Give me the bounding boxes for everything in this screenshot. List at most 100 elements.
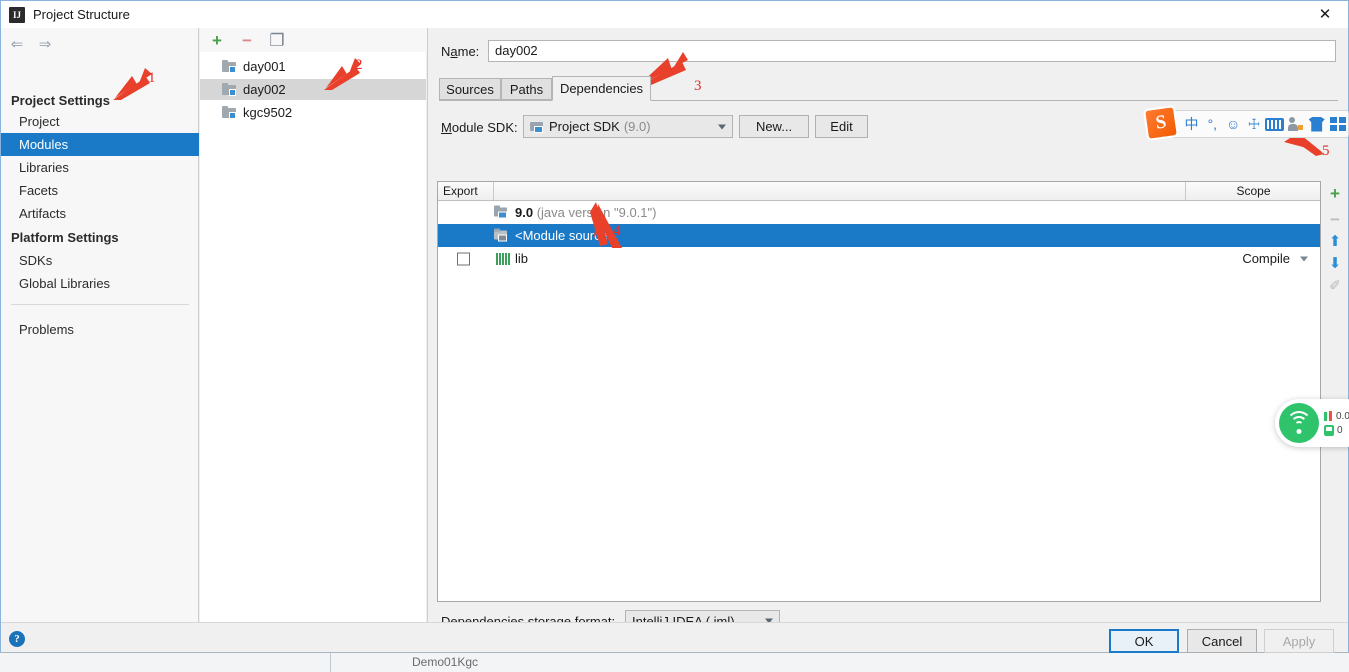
sogou-ime-toolbar[interactable]: S 中 °, ☺ ☩ [1142, 104, 1349, 142]
new-sdk-button[interactable]: New... [739, 115, 809, 138]
table-row[interactable]: lib Compile [438, 247, 1320, 270]
module-source-icon [494, 228, 509, 242]
module-sdk-select[interactable]: Project SDK (9.0) [523, 115, 733, 138]
dialog-footer: ? OK Cancel Apply [1, 622, 1348, 653]
module-list-item-label: day001 [243, 59, 286, 74]
punctuation-icon[interactable]: °, [1202, 111, 1223, 137]
module-list-divider [427, 28, 428, 622]
module-list-item-label: kgc9502 [243, 105, 293, 120]
add-dependency-icon[interactable]: + [1323, 181, 1347, 205]
scope-value[interactable]: Compile [1242, 251, 1290, 266]
dependencies-toolbar: + − ⬆ ⬇ ✐ [1323, 181, 1347, 602]
back-arrow-icon[interactable]: ⇐ [7, 35, 27, 53]
annotation-number-2: 2 [355, 57, 363, 73]
remove-module-icon[interactable]: − [238, 31, 256, 49]
sidebar-item-global-libraries[interactable]: Global Libraries [1, 272, 199, 295]
sogou-logo-icon[interactable]: S [1142, 104, 1180, 142]
module-list-item-label: day002 [243, 82, 286, 97]
dependency-name: 9.0 (java version "9.0.1") [515, 205, 656, 220]
tab-dependencies[interactable]: Dependencies [552, 76, 651, 101]
network-speed-widget[interactable]: 0.0 0 [1275, 399, 1349, 447]
module-icon [222, 106, 237, 119]
apply-button: Apply [1264, 629, 1334, 653]
sidebar-item-project[interactable]: Project [1, 110, 199, 133]
statusbar-divider [330, 653, 331, 672]
sidebar-nav: ⇐ ⇒ [7, 33, 67, 55]
dependency-name: lib [515, 251, 529, 266]
annotation-number-3: 3 [694, 78, 702, 94]
close-icon[interactable]: ✕ [1302, 1, 1348, 28]
annotation-number-4: 4 [613, 223, 621, 239]
move-up-icon[interactable]: ⬆ [1323, 229, 1347, 253]
network-stats: 0.0 0 [1324, 410, 1349, 436]
module-name-input[interactable]: day002 [488, 40, 1336, 62]
sidebar-item-modules[interactable]: Modules [1, 133, 199, 156]
table-row[interactable]: 9.0 (java version "9.0.1") [438, 201, 1320, 224]
sdk-icon [494, 205, 509, 219]
dialog-titlebar: Project Structure ✕ [1, 1, 1348, 28]
background-tab-label: Demo01Kgc [412, 655, 479, 669]
sidebar-divider [11, 304, 189, 305]
voice-input-icon[interactable]: ☩ [1244, 111, 1265, 137]
module-list-item-day002[interactable]: day002 [200, 79, 428, 100]
dependency-version: 9.0 [515, 205, 534, 220]
module-icon [222, 60, 237, 73]
remove-dependency-icon[interactable]: − [1323, 207, 1347, 231]
column-header-scope[interactable]: Scope [1187, 182, 1320, 200]
dependency-name: <Module source> [515, 228, 616, 243]
module-list-item-kgc9502[interactable]: kgc9502 [200, 102, 428, 123]
add-module-icon[interactable]: + [208, 31, 226, 49]
soft-keyboard-icon[interactable] [1265, 111, 1286, 137]
copy-module-icon[interactable]: ❐ [268, 31, 286, 49]
tab-sources[interactable]: Sources [439, 78, 501, 100]
emoji-icon[interactable]: ☺ [1223, 111, 1244, 137]
download-speed-row: 0 [1324, 424, 1349, 436]
move-down-icon[interactable]: ⬇ [1323, 251, 1347, 275]
module-list-item-day001[interactable]: day001 [200, 56, 428, 77]
edit-sdk-button[interactable]: Edit [815, 115, 868, 138]
module-icon [222, 83, 237, 96]
sidebar-item-artifacts[interactable]: Artifacts [1, 202, 199, 225]
module-list-toolbar: + − ❐ [200, 28, 428, 52]
download-speed-value: 0 [1337, 424, 1343, 436]
sidebar-group-platform-settings: Platform Settings [11, 230, 119, 245]
library-icon [496, 252, 510, 265]
help-icon[interactable]: ? [9, 631, 25, 647]
intellij-idea-icon [9, 6, 25, 23]
upload-icon [1324, 410, 1333, 422]
dependencies-table: Export Scope 9.0 (java version "9.0.1") … [437, 181, 1321, 602]
chevron-down-icon[interactable] [1300, 256, 1308, 261]
download-icon [1324, 424, 1334, 436]
sidebar-item-libraries[interactable]: Libraries [1, 156, 199, 179]
sdk-icon [530, 121, 544, 133]
sidebar-group-project-settings: Project Settings [11, 93, 110, 108]
export-checkbox[interactable] [457, 252, 470, 265]
annotation-number-5: 5 [1322, 143, 1330, 159]
upload-speed-value: 0.0 [1336, 410, 1349, 422]
name-label: Name: [441, 44, 480, 59]
sidebar-item-sdks[interactable]: SDKs [1, 249, 199, 272]
chinese-mode-icon[interactable]: 中 [1181, 111, 1202, 137]
toolbox-icon[interactable] [1327, 111, 1348, 137]
edit-dependency-icon[interactable]: ✐ [1323, 273, 1347, 297]
column-header-name [494, 182, 1186, 200]
forward-arrow-icon[interactable]: ⇒ [35, 35, 55, 53]
sidebar-item-problems[interactable]: Problems [1, 318, 199, 341]
table-row[interactable]: <Module source> [438, 224, 1320, 247]
chevron-down-icon [718, 124, 726, 129]
module-list-panel: + − ❐ day001 day002 kgc9502 [200, 28, 428, 622]
sidebar-item-facets[interactable]: Facets [1, 179, 199, 202]
settings-sidebar: ⇐ ⇒ Project Settings Platform Settings P… [1, 28, 199, 622]
ok-button[interactable]: OK [1109, 629, 1179, 653]
module-sdk-label: Module SDK: [441, 120, 518, 135]
project-structure-dialog: Project Structure ✕ ⇐ ⇒ Project Settings… [0, 0, 1349, 653]
module-tabs: Sources Paths Dependencies [439, 76, 1338, 101]
tab-paths[interactable]: Paths [501, 78, 552, 100]
annotation-number-1: 1 [148, 70, 156, 86]
column-header-export[interactable]: Export [438, 182, 494, 200]
user-account-icon[interactable] [1285, 111, 1306, 137]
skin-icon[interactable] [1306, 111, 1327, 137]
background-ide-statusbar [0, 652, 1349, 672]
wifi-icon [1279, 403, 1319, 443]
cancel-button[interactable]: Cancel [1187, 629, 1257, 653]
